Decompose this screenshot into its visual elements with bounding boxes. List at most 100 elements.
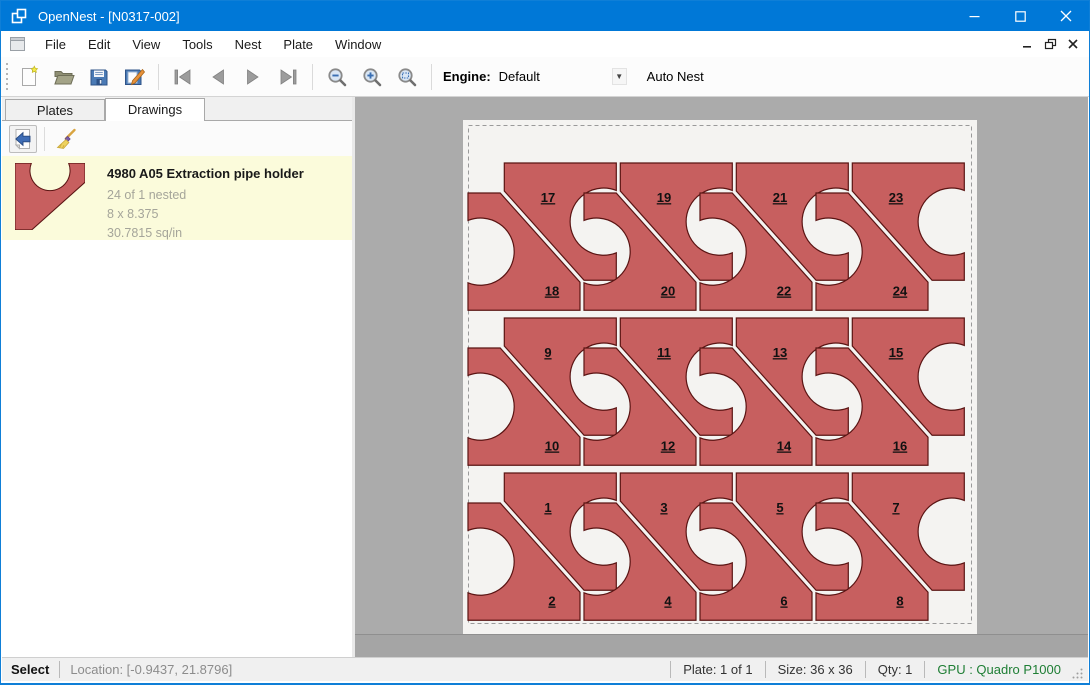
drawing-list-item[interactable]: 4980 A05 Extraction pipe holder 24 of 1 … <box>2 156 352 240</box>
maximize-button[interactable] <box>997 1 1043 31</box>
part-number: 21 <box>773 190 787 205</box>
part-number: 7 <box>892 500 899 515</box>
import-drawing-button[interactable] <box>9 125 37 153</box>
part-number: 14 <box>777 438 792 453</box>
menu-file[interactable]: File <box>34 33 77 56</box>
menu-edit[interactable]: Edit <box>77 33 121 56</box>
part-number: 3 <box>660 500 667 515</box>
menu-nest[interactable]: Nest <box>224 33 273 56</box>
save-button[interactable] <box>84 62 114 92</box>
part-number: 24 <box>893 283 908 298</box>
go-first-icon <box>171 65 195 89</box>
menu-tools[interactable]: Tools <box>171 33 223 56</box>
menu-bar: File Edit View Tools Nest Plate Window <box>1 31 1089 57</box>
status-bar: Select Location: [-0.9437, 21.8796] Plat… <box>2 657 1088 681</box>
status-separator <box>924 661 925 678</box>
part-number: 2 <box>548 593 555 608</box>
status-separator <box>59 661 60 678</box>
mdi-minimize-icon[interactable] <box>1022 38 1034 50</box>
menu-window[interactable]: Window <box>324 33 392 56</box>
engine-combobox[interactable]: Default ▼ <box>499 65 627 89</box>
go-last-icon <box>276 65 300 89</box>
zoom-in-icon <box>360 65 384 89</box>
part-number: 4 <box>664 593 672 608</box>
plate[interactable]: 171819202122232491011121314151612345678 <box>463 120 977 637</box>
panel-tabs: Plates Drawings <box>2 97 352 121</box>
chevron-down-icon[interactable]: ▼ <box>612 68 627 85</box>
save-as-button[interactable] <box>119 62 149 92</box>
part-number: 5 <box>776 500 783 515</box>
zoom-fit-button[interactable] <box>392 62 422 92</box>
maximize-icon <box>1015 11 1026 22</box>
clear-drawings-button[interactable] <box>52 125 80 153</box>
mdi-child-icon[interactable] <box>9 36 26 52</box>
part-number: 1 <box>544 500 551 515</box>
status-plate: Plate: 1 of 1 <box>681 662 754 677</box>
window-title: OpenNest - [N0317-002] <box>38 9 180 24</box>
close-icon <box>1060 10 1072 22</box>
save-as-icon <box>122 65 146 89</box>
save-icon <box>87 65 111 89</box>
zoom-out-button[interactable] <box>322 62 352 92</box>
status-location: Location: [-0.9437, 21.8796] <box>70 662 232 677</box>
import-drawing-icon <box>11 127 35 151</box>
mdi-restore-icon[interactable] <box>1044 38 1057 50</box>
status-size: Size: 36 x 36 <box>776 662 855 677</box>
menu-items: File Edit View Tools Nest Plate Window <box>34 33 392 56</box>
part-number: 23 <box>889 190 903 205</box>
next-plate-button[interactable] <box>238 62 268 92</box>
part-number: 8 <box>896 593 903 608</box>
nest-canvas[interactable]: 171819202122232491011121314151612345678 <box>355 97 1088 657</box>
side-panel: Plates Drawings <box>2 97 352 657</box>
last-plate-button[interactable] <box>273 62 303 92</box>
drawing-area: 30.7815 sq/in <box>107 224 304 243</box>
main-toolbar: Engine: Default ▼ Auto Nest <box>1 57 1089 97</box>
part-number: 20 <box>661 283 675 298</box>
zoom-out-icon <box>325 65 349 89</box>
part-thumbnail <box>15 163 85 230</box>
toolbar-separator <box>431 64 432 90</box>
previous-plate-button[interactable] <box>203 62 233 92</box>
go-next-icon <box>241 65 265 89</box>
minimize-button[interactable] <box>951 1 997 31</box>
drawing-nested-count: 24 of 1 nested <box>107 186 304 205</box>
tab-plates[interactable]: Plates <box>5 99 105 120</box>
broom-icon <box>54 127 78 151</box>
toolbar-separator <box>312 64 313 90</box>
drawing-title: 4980 A05 Extraction pipe holder <box>107 166 304 181</box>
menu-plate[interactable]: Plate <box>272 33 324 56</box>
part-number: 16 <box>893 438 907 453</box>
main-area: Plates Drawings <box>2 97 1088 657</box>
toolbar-grip[interactable] <box>4 63 9 91</box>
engine-label: Engine: <box>443 69 491 84</box>
open-folder-icon <box>52 65 76 89</box>
tab-drawings[interactable]: Drawings <box>105 98 205 121</box>
part-number: 22 <box>777 283 791 298</box>
go-previous-icon <box>206 65 230 89</box>
menu-view[interactable]: View <box>121 33 171 56</box>
open-button[interactable] <box>49 62 79 92</box>
part-number: 18 <box>545 283 559 298</box>
zoom-in-button[interactable] <box>357 62 387 92</box>
part-number: 15 <box>889 345 903 360</box>
close-button[interactable] <box>1043 1 1089 31</box>
part-number: 13 <box>773 345 787 360</box>
part-number: 6 <box>780 593 787 608</box>
toolbar-separator <box>158 64 159 90</box>
first-plate-button[interactable] <box>168 62 198 92</box>
part-number: 19 <box>657 190 671 205</box>
title-bar: OpenNest - [N0317-002] <box>1 1 1089 31</box>
engine-value: Default <box>499 69 612 84</box>
resize-grip[interactable] <box>1071 667 1084 680</box>
new-button[interactable] <box>14 62 44 92</box>
status-qty: Qty: 1 <box>876 662 915 677</box>
drawing-list: 4980 A05 Extraction pipe holder 24 of 1 … <box>2 156 352 657</box>
drawing-size: 8 x 8.375 <box>107 205 304 224</box>
part-number: 12 <box>661 438 675 453</box>
part-number: 17 <box>541 190 555 205</box>
auto-nest-button[interactable]: Auto Nest <box>641 64 710 89</box>
part-number: 10 <box>545 438 559 453</box>
part-number: 11 <box>657 345 671 360</box>
mdi-close-icon[interactable] <box>1067 38 1079 50</box>
status-gpu: GPU : Quadro P1000 <box>935 662 1063 677</box>
